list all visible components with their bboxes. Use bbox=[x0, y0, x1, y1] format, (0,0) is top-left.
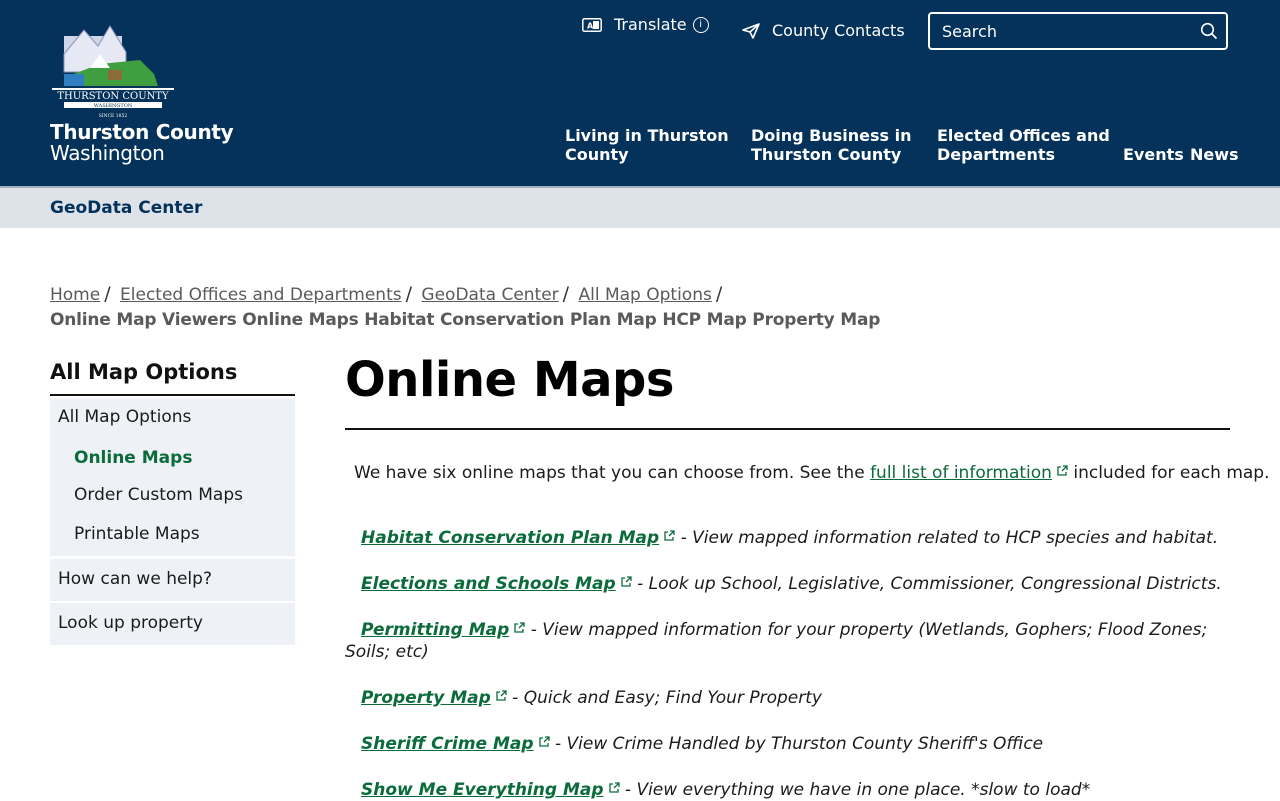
breadcrumb-home[interactable]: Home bbox=[50, 285, 100, 305]
translate-icon: A bbox=[582, 17, 602, 32]
map-item: Permitting Map - View mapped information… bbox=[345, 619, 1225, 663]
intro-text: We have six online maps that you can cho… bbox=[354, 463, 871, 483]
section-bar: GeoData Center bbox=[0, 186, 1280, 228]
intro-paragraph: We have six online maps that you can cho… bbox=[354, 463, 1270, 483]
logo-text-since: SINCE 1852 bbox=[99, 113, 128, 119]
county-contacts-label: County Contacts bbox=[772, 21, 905, 40]
breadcrumb-separator: / bbox=[562, 283, 570, 305]
map-description: - Look up School, Legislative, Commissio… bbox=[631, 574, 1222, 594]
sidebar-subitem-printable-maps[interactable]: Printable Maps bbox=[74, 524, 200, 544]
info-icon: i bbox=[692, 16, 709, 33]
paper-plane-icon bbox=[742, 22, 760, 39]
breadcrumb-separator: / bbox=[715, 283, 723, 305]
county-logo[interactable]: THURSTON COUNTY WASHINGTON SINCE 1852 bbox=[50, 24, 176, 120]
full-list-link[interactable]: full list of information bbox=[870, 463, 1052, 483]
title-divider bbox=[345, 428, 1230, 430]
breadcrumb: Home / Elected Offices and Departments / G… bbox=[50, 283, 726, 305]
external-link-icon bbox=[664, 530, 675, 541]
breadcrumb-all-map-options[interactable]: All Map Options bbox=[578, 285, 711, 305]
nav-living-in-thurston[interactable]: Living in Thurston County bbox=[565, 126, 729, 164]
sidebar-title: All Map Options bbox=[50, 360, 238, 384]
search-box bbox=[928, 12, 1228, 50]
map-description: - View everything we have in one place. … bbox=[619, 780, 1091, 800]
site-name[interactable]: Thurston County bbox=[50, 122, 234, 142]
nav-label-line: Elected Offices and bbox=[937, 126, 1110, 145]
logo-text-county: THURSTON COUNTY bbox=[57, 91, 169, 102]
breadcrumb-separator: / bbox=[405, 283, 413, 305]
breadcrumb-current: Online Map Viewers Online Maps Habitat C… bbox=[50, 310, 881, 330]
sidebar-item-all-map-options[interactable]: All Map Options bbox=[58, 407, 191, 427]
map-item: Property Map - Quick and Easy; Find Your… bbox=[345, 687, 1225, 709]
permitting-map-link[interactable]: Permitting Map bbox=[361, 620, 509, 640]
section-title-link[interactable]: GeoData Center bbox=[50, 198, 202, 218]
search-icon[interactable] bbox=[1200, 22, 1218, 40]
map-item: Sheriff Crime Map - View Crime Handled b… bbox=[345, 733, 1225, 755]
breadcrumb-separator: / bbox=[104, 283, 111, 305]
map-description: - View Crime Handled by Thurston County … bbox=[549, 734, 1044, 754]
elections-and-schools-map-link[interactable]: Elections and Schools Map bbox=[361, 574, 616, 594]
sidebar-item-label: How can we help? bbox=[58, 569, 212, 589]
sidebar-group-all-map-options: All Map Options Online Maps Order Custom… bbox=[50, 398, 295, 556]
site-subtitle[interactable]: Washington bbox=[50, 142, 165, 164]
intro-text: included for each map. bbox=[1067, 463, 1270, 483]
breadcrumb-geodata-center[interactable]: GeoData Center bbox=[421, 285, 558, 305]
habitat-conservation-plan-map-link[interactable]: Habitat Conservation Plan Map bbox=[361, 528, 659, 548]
nav-elected-offices[interactable]: Elected Offices and Departments bbox=[937, 126, 1110, 164]
nav-label-line: Doing Business in bbox=[751, 126, 912, 145]
external-link-icon bbox=[1057, 465, 1068, 476]
nav-label-line: County bbox=[565, 145, 629, 164]
sidebar-item-look-up-property[interactable]: Look up property bbox=[50, 603, 295, 645]
map-item: Show Me Everything Map - View everything… bbox=[345, 779, 1225, 801]
sidebar-item-label: Look up property bbox=[58, 613, 203, 633]
nav-label-line: Living in Thurston bbox=[565, 126, 729, 145]
sidebar-divider bbox=[50, 394, 295, 396]
page-title: Online Maps bbox=[345, 352, 674, 408]
show-me-everything-map-link[interactable]: Show Me Everything Map bbox=[361, 780, 604, 800]
external-link-icon bbox=[496, 690, 507, 701]
external-link-icon bbox=[514, 622, 525, 633]
map-item: Habitat Conservation Plan Map - View map… bbox=[345, 527, 1225, 549]
translate-label: Translate bbox=[614, 15, 687, 34]
property-map-link[interactable]: Property Map bbox=[361, 688, 491, 708]
sidebar-subitem-order-custom-maps[interactable]: Order Custom Maps bbox=[74, 485, 243, 505]
external-link-icon bbox=[538, 736, 550, 747]
map-description: - View mapped information related to HCP… bbox=[675, 528, 1219, 548]
external-link-icon bbox=[608, 782, 620, 793]
search-input[interactable] bbox=[930, 14, 1204, 48]
map-item: Elections and Schools Map - Look up Scho… bbox=[345, 573, 1225, 595]
external-link-icon bbox=[621, 576, 632, 587]
site-header: THURSTON COUNTY WASHINGTON SINCE 1852 Th… bbox=[0, 0, 1280, 186]
sidebar-subitem-online-maps[interactable]: Online Maps bbox=[74, 448, 192, 468]
nav-label-line: Departments bbox=[937, 145, 1056, 164]
county-contacts-link[interactable]: County Contacts bbox=[742, 21, 905, 40]
breadcrumb-elected-offices[interactable]: Elected Offices and Departments bbox=[120, 285, 402, 305]
map-description: - Quick and Easy; Find Your Property bbox=[506, 688, 822, 708]
translate-button[interactable]: A Translate i bbox=[582, 15, 709, 34]
sidebar-item-how-can-we-help[interactable]: How can we help? bbox=[50, 559, 295, 601]
nav-events[interactable]: Events bbox=[1123, 145, 1184, 164]
full-list-link-label: full list of information bbox=[870, 463, 1052, 483]
svg-text:A: A bbox=[587, 21, 594, 30]
nav-label-line: Thurston County bbox=[751, 145, 902, 164]
sheriff-crime-map-link[interactable]: Sheriff Crime Map bbox=[361, 734, 534, 754]
nav-news[interactable]: News bbox=[1190, 145, 1239, 164]
logo-text-state: WASHINGTON bbox=[94, 103, 133, 109]
nav-doing-business[interactable]: Doing Business in Thurston County bbox=[751, 126, 912, 164]
